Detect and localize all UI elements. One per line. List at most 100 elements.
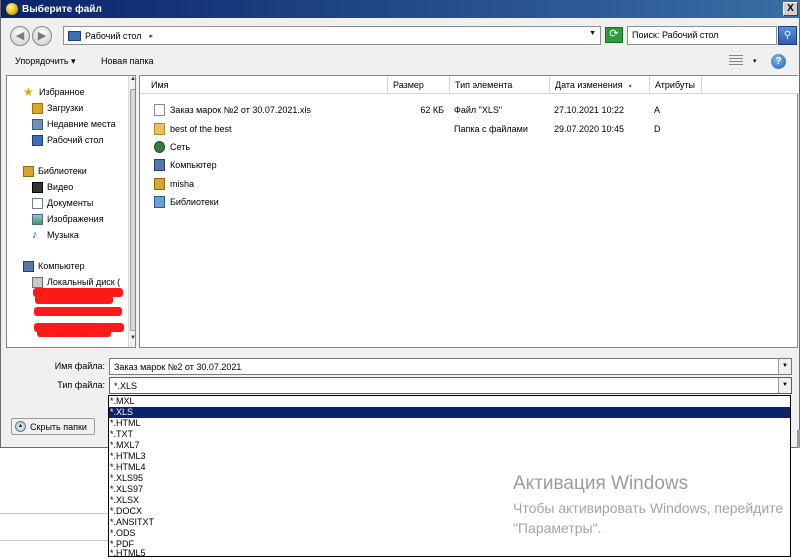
- refresh-button[interactable]: ⟳: [605, 27, 623, 43]
- address-bar[interactable]: Рабочий стол ▸ ▼: [63, 26, 601, 45]
- view-options-icon[interactable]: [729, 55, 743, 66]
- nav-label: Избранное: [39, 87, 85, 97]
- file-date: 27.10.2021 10:22: [554, 105, 625, 115]
- redaction-mark: [37, 328, 111, 337]
- forward-button[interactable]: ▶: [32, 26, 52, 46]
- nav-label: Недавние места: [47, 119, 116, 129]
- documents-icon: [32, 197, 43, 209]
- table-row[interactable]: best of the best Папка с файлами 29.07.2…: [140, 121, 740, 137]
- chevron-up-icon: ▲: [15, 421, 26, 432]
- file-name: best of the best: [170, 124, 232, 134]
- table-row[interactable]: Компьютер: [140, 157, 740, 173]
- downloads-icon: [32, 102, 43, 114]
- file-date: 29.07.2020 10:45: [554, 124, 625, 134]
- column-header-attributes[interactable]: Атрибуты: [650, 76, 702, 94]
- network-icon: [154, 141, 165, 153]
- file-type-label: Тип файла:: [57, 380, 105, 390]
- desktop-icon: [32, 134, 43, 146]
- video-icon: [32, 181, 43, 193]
- computer-icon: [23, 260, 34, 272]
- sort-indicator-icon: ▾: [628, 84, 632, 90]
- chevron-down-icon[interactable]: ▼: [778, 378, 791, 393]
- scroll-thumb[interactable]: [130, 89, 135, 331]
- search-icon[interactable]: ⚲: [778, 26, 797, 45]
- file-size: 62 КБ: [420, 105, 444, 115]
- nav-images[interactable]: Изображения: [32, 212, 104, 226]
- activation-watermark-text: "Параметры".: [513, 520, 602, 536]
- nav-libraries[interactable]: Библиотеки: [23, 164, 87, 178]
- column-header-type[interactable]: Тип элемента: [450, 76, 550, 94]
- file-attr: D: [654, 124, 661, 134]
- nav-music[interactable]: ♪ Музыка: [32, 228, 79, 242]
- file-name: Сеть: [170, 142, 191, 152]
- nav-label: Библиотеки: [38, 166, 87, 176]
- table-row[interactable]: Сеть: [140, 139, 740, 155]
- title-bar: Выберите файл X: [1, 0, 800, 18]
- nav-label: Рабочий стол: [47, 135, 104, 145]
- table-row[interactable]: Заказ марок №2 от 30.07.2021.xls 62 КБ Ф…: [140, 102, 740, 118]
- back-button[interactable]: ◀: [10, 26, 30, 46]
- chevron-down-icon[interactable]: ▼: [778, 359, 791, 374]
- folder-icon: [154, 123, 165, 135]
- nav-label: Документы: [47, 198, 94, 208]
- chevron-down-icon[interactable]: ▼: [589, 30, 596, 37]
- table-row[interactable]: Библиотеки: [140, 194, 740, 210]
- table-row[interactable]: misha: [140, 176, 740, 192]
- address-row: ◀ ▶ Рабочий стол ▸ ▼ ⟳ Поиск: Рабочий ст…: [1, 20, 800, 50]
- dropdown-option[interactable]: *.HTML5: [109, 548, 790, 556]
- disk-drive-icon: [32, 276, 43, 288]
- nav-scrollbar[interactable]: ▲ ▼: [128, 76, 135, 347]
- file-name-label: Имя файла:: [54, 361, 105, 371]
- nav-desktop[interactable]: Рабочий стол: [32, 133, 104, 147]
- dropdown-option-selected[interactable]: *.XLS: [109, 407, 790, 418]
- view-dropdown-icon[interactable]: ▾: [753, 57, 757, 65]
- file-name-field[interactable]: Заказ марок №2 от 30.07.2021 ▼: [109, 358, 792, 375]
- file-name-value[interactable]: Заказ марок №2 от 30.07.2021: [114, 362, 241, 372]
- file-name: Библиотеки: [170, 197, 219, 207]
- column-header-size[interactable]: Размер: [388, 76, 450, 94]
- file-type-value[interactable]: *.XLS: [114, 381, 137, 391]
- images-icon: [32, 213, 43, 225]
- nav-downloads[interactable]: Загрузки: [32, 101, 83, 115]
- organize-button[interactable]: Упорядочить ▾: [15, 56, 76, 67]
- help-icon[interactable]: ?: [771, 54, 786, 69]
- dropdown-option[interactable]: *.TXT: [109, 429, 790, 440]
- file-type: Папка с файлами: [454, 124, 528, 134]
- window-title: Выберите файл: [22, 3, 102, 15]
- activation-watermark-title: Активация Windows: [513, 473, 689, 494]
- nav-label: Видео: [47, 182, 74, 192]
- navigation-pane: ★ Избранное Загрузки Недавние места Рабо…: [6, 75, 136, 348]
- file-name: Компьютер: [170, 160, 217, 170]
- dropdown-option[interactable]: *.HTML: [109, 418, 790, 429]
- close-button[interactable]: X: [783, 2, 798, 16]
- music-note-icon: ♪: [32, 228, 38, 241]
- nav-computer[interactable]: Компьютер: [23, 259, 85, 273]
- nav-label: Загрузки: [47, 103, 84, 113]
- nav-documents[interactable]: Документы: [32, 196, 93, 210]
- dropdown-option[interactable]: *.HTML4: [109, 462, 790, 473]
- nav-favorites[interactable]: ★ Избранное: [23, 85, 85, 99]
- app-icon: [6, 3, 18, 15]
- file-type-select[interactable]: *.XLS ▼: [109, 377, 792, 394]
- breadcrumb-arrow-icon[interactable]: ▸: [150, 32, 154, 40]
- dropdown-option[interactable]: *.HTML3: [109, 451, 790, 462]
- column-header-name[interactable]: Имя: [140, 76, 388, 94]
- column-header-date[interactable]: Дата изменения ▾: [550, 76, 650, 94]
- star-icon: ★: [23, 84, 34, 99]
- nav-local-disk[interactable]: Локальный диск (: [32, 275, 120, 289]
- nav-recent[interactable]: Недавние места: [32, 117, 116, 131]
- nav-label: Изображения: [47, 214, 104, 224]
- dropdown-option[interactable]: *.ODS: [109, 528, 790, 539]
- search-input[interactable]: Поиск: Рабочий стол: [627, 26, 777, 45]
- scroll-down-icon[interactable]: ▼: [129, 335, 135, 345]
- nav-video[interactable]: Видео: [32, 180, 73, 194]
- column-header-date-label: Дата изменения: [555, 80, 623, 90]
- dropdown-option[interactable]: *.ANSITXT: [109, 517, 790, 528]
- address-location[interactable]: Рабочий стол: [85, 31, 142, 41]
- hide-folders-button[interactable]: ▲ Скрыть папки: [11, 418, 95, 435]
- new-folder-button[interactable]: Новая папка: [101, 56, 153, 66]
- scroll-up-icon[interactable]: ▲: [129, 76, 135, 86]
- dropdown-option[interactable]: *.MXL7: [109, 440, 790, 451]
- dropdown-option[interactable]: *.MXL: [109, 396, 790, 407]
- hide-folders-label: Скрыть папки: [30, 421, 87, 432]
